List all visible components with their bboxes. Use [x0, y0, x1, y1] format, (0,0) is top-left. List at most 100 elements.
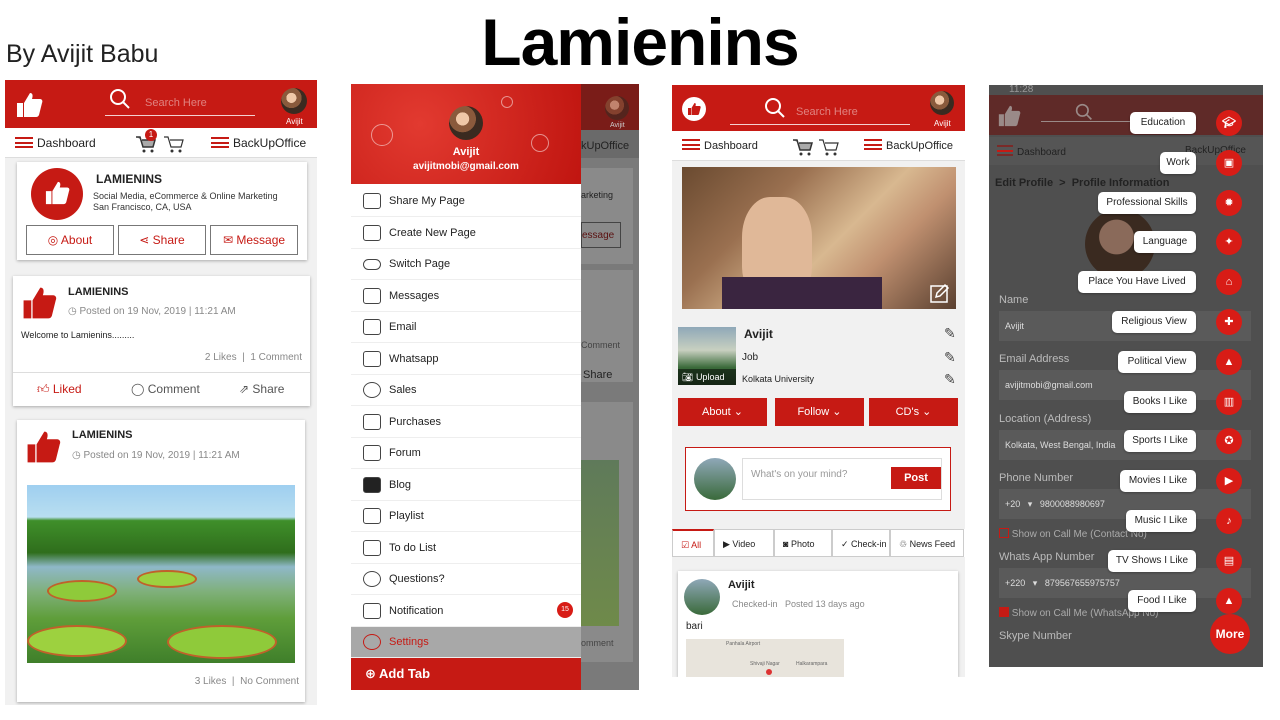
map-label: Shivaji Nagar: [750, 661, 780, 667]
menu-item-sales[interactable]: Sales: [351, 375, 581, 406]
comments-count[interactable]: No Comment: [240, 676, 299, 687]
fab-icon-0[interactable]: 🎓︎: [1216, 110, 1242, 136]
post-image[interactable]: [27, 485, 295, 663]
add-tab-button[interactable]: ⊕ Add Tab: [351, 658, 581, 690]
share-button[interactable]: ⋖ Share: [118, 225, 206, 255]
fab-icon-12[interactable]: ▲: [1216, 587, 1242, 614]
fab-icon-4[interactable]: ⌂: [1216, 269, 1242, 296]
fab-item-religious-view[interactable]: Religious View: [1112, 311, 1196, 333]
fab-item-political-view[interactable]: Political View: [1118, 350, 1196, 373]
fab-item-work[interactable]: Work: [1160, 151, 1196, 174]
menu-item-label: Questions?: [389, 573, 445, 585]
fab-icon-8[interactable]: ✪: [1216, 428, 1242, 455]
todo-icon: [363, 539, 381, 556]
follow-button[interactable]: Follow ⌄: [775, 398, 864, 426]
thumbs-up-icon[interactable]: [15, 92, 43, 118]
fab-icon-6[interactable]: ▲: [1216, 348, 1242, 375]
feed-map[interactable]: Panhala Airport Shivaji Nagar Halkarampa…: [686, 639, 844, 677]
cart-outline-icon[interactable]: [818, 137, 840, 157]
menu-item-email[interactable]: Email: [351, 312, 581, 343]
menu-item-label: Share My Page: [389, 195, 465, 207]
fab-icon-2[interactable]: ✹: [1216, 189, 1242, 216]
byline: By Avijit Babu: [6, 40, 159, 68]
edit-icon[interactable]: [930, 283, 950, 303]
blog-icon: [363, 476, 381, 493]
fab-icon-1[interactable]: ▣: [1216, 149, 1242, 176]
menu-item-forum[interactable]: Forum: [351, 438, 581, 469]
fab-icon-11[interactable]: ▤: [1216, 547, 1242, 574]
comments-count[interactable]: 1 Comment: [250, 352, 302, 363]
fab-item-tv-shows-i-like[interactable]: TV Shows I Like: [1108, 549, 1196, 572]
fab-item-education[interactable]: Education: [1130, 112, 1196, 134]
likes-count[interactable]: 2 Likes: [205, 352, 237, 363]
cover-robe: [722, 277, 882, 309]
tab-photo[interactable]: ◙ Photo: [774, 529, 832, 557]
cds-button[interactable]: CD's ⌄: [869, 398, 958, 426]
fab-icon-9[interactable]: ▶: [1216, 468, 1242, 495]
comment-button[interactable]: ◯ Comment: [131, 382, 200, 396]
fab-item-sports-i-like[interactable]: Sports I Like: [1124, 430, 1196, 453]
fab-icon-3[interactable]: ✦: [1216, 229, 1242, 256]
nav-dashboard[interactable]: Dashboard: [682, 139, 758, 152]
nav-backup-office[interactable]: BackUpOffice: [211, 136, 306, 150]
menu-item-messages[interactable]: Messages: [351, 281, 581, 312]
nav-dashboard-label: Dashboard: [37, 136, 96, 150]
message-button[interactable]: ✉ Message: [210, 225, 298, 255]
fab-item-books-i-like[interactable]: Books I Like: [1124, 390, 1196, 413]
cart-icon[interactable]: [792, 137, 814, 157]
post-author[interactable]: LAMIENINS: [68, 286, 129, 298]
post-button[interactable]: Post: [891, 467, 941, 489]
about-button[interactable]: About ⌄: [678, 398, 767, 426]
cover-photo[interactable]: [682, 167, 956, 309]
fab-item-professional-skills[interactable]: Professional Skills: [1098, 191, 1196, 214]
feed-name[interactable]: Avijit: [728, 579, 755, 591]
post-time-text: Posted on 19 Nov, 2019 | 11:21 AM: [83, 450, 240, 461]
menu-item-share-my-page[interactable]: Share My Page: [351, 186, 581, 217]
menu-item-settings[interactable]: Settings: [351, 627, 581, 658]
tab-newsfeed[interactable]: ♲ News Feed: [890, 529, 964, 557]
fab-icon-10[interactable]: ♪: [1216, 508, 1242, 534]
nav-dashboard[interactable]: Dashboard: [15, 136, 96, 150]
fab-icon-5[interactable]: ✚: [1216, 309, 1242, 335]
likes-count[interactable]: 3 Likes: [195, 676, 227, 687]
fab-item-movies-i-like[interactable]: Movies I Like: [1120, 470, 1196, 493]
comment-label: Comment: [147, 382, 200, 396]
menu-item-whatsapp[interactable]: Whatsapp: [351, 344, 581, 375]
edit-icon[interactable]: ✎: [944, 325, 956, 342]
menu-item-playlist[interactable]: Playlist: [351, 501, 581, 532]
logo-icon[interactable]: [682, 97, 706, 121]
tab-checkin[interactable]: ✓ Check-in: [832, 529, 890, 557]
fab-item-language[interactable]: Language: [1134, 231, 1196, 254]
menu-item-switch-page[interactable]: Switch Page: [351, 249, 581, 280]
menu-item-questions[interactable]: Questions?: [351, 564, 581, 595]
more-button[interactable]: More: [1210, 614, 1250, 654]
edit-icon[interactable]: ✎: [944, 349, 956, 366]
upload-overlay[interactable]: 📷︎ Upload: [678, 369, 736, 385]
profile-photo[interactable]: 📷︎ Upload: [678, 327, 736, 385]
search-input[interactable]: Search Here: [105, 89, 255, 116]
post-author[interactable]: LAMIENINS: [72, 429, 133, 441]
drawer-avatar[interactable]: [449, 106, 483, 140]
about-button[interactable]: ◎ About: [26, 225, 114, 255]
menu-item-create-new-page[interactable]: Create New Page: [351, 218, 581, 249]
fab-icon-7[interactable]: ▥: [1216, 388, 1242, 415]
share-post-button[interactable]: ⇗ Share: [239, 382, 284, 396]
menu-item-label: Notification: [389, 604, 444, 617]
menu-item-blog[interactable]: Blog: [351, 470, 581, 501]
liked-button[interactable]: 👍︎ Liked: [37, 382, 82, 397]
tab-all[interactable]: ☑ All: [672, 529, 714, 557]
fab-item-food-i-like[interactable]: Food I Like: [1128, 589, 1196, 612]
cart-outline-icon[interactable]: [163, 134, 185, 154]
menu-item-notification[interactable]: Notification: [351, 596, 581, 627]
fab-item-place-you-have-lived[interactable]: Place You Have Lived: [1078, 271, 1196, 294]
tab-video[interactable]: ▶ Video: [714, 529, 774, 557]
menu-item-purchases[interactable]: Purchases: [351, 407, 581, 438]
avatar[interactable]: [281, 88, 307, 114]
nav-dashboard-label: Dashboard: [704, 140, 758, 152]
avatar[interactable]: [930, 91, 954, 115]
nav-backup-office[interactable]: BackUpOffice: [864, 139, 953, 152]
menu-item-to-do-list[interactable]: To do List: [351, 533, 581, 564]
edit-icon[interactable]: ✎: [944, 371, 956, 388]
search-input[interactable]: Search Here: [730, 98, 910, 125]
fab-item-music-i-like[interactable]: Music I Like: [1126, 510, 1196, 532]
